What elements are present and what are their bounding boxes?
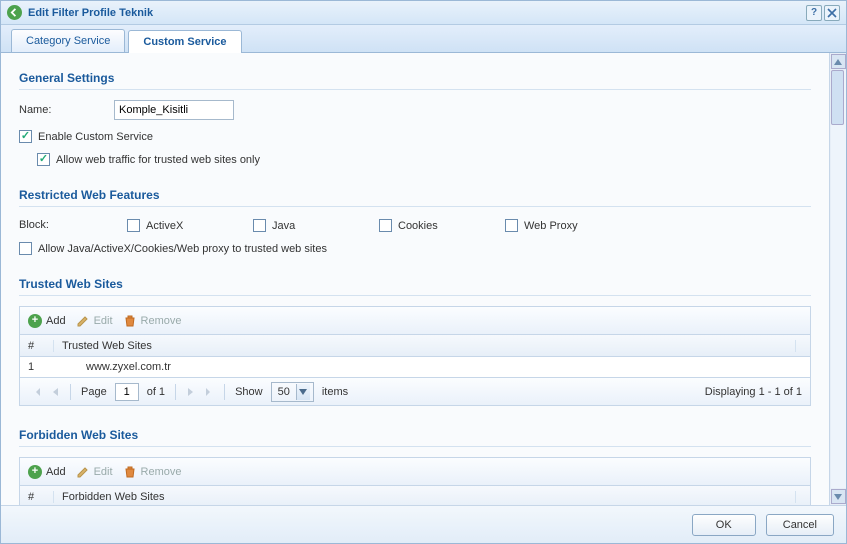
trash-icon: [123, 465, 137, 479]
forbidden-edit-label: Edit: [94, 466, 113, 478]
tab-strip: Category Service Custom Service: [1, 25, 846, 53]
allow-to-trusted-label: Allow Java/ActiveX/Cookies/Web proxy to …: [38, 243, 327, 255]
enable-custom-service-label: Enable Custom Service: [38, 131, 153, 143]
scroll-down-button[interactable]: [831, 489, 846, 504]
block-cookies-label: Cookies: [398, 220, 438, 232]
close-icon[interactable]: [824, 5, 840, 21]
block-cookies-checkbox[interactable]: [379, 219, 392, 232]
allow-to-trusted-row: Allow Java/ActiveX/Cookies/Web proxy to …: [19, 242, 811, 255]
block-java-checkbox[interactable]: [253, 219, 266, 232]
block-webproxy-label: Web Proxy: [524, 220, 578, 232]
dialog-window: Edit Filter Profile Teknik ? Category Se…: [0, 0, 847, 544]
table-row[interactable]: 1 www.zyxel.com.tr: [20, 357, 810, 377]
block-activex-label: ActiveX: [146, 220, 183, 232]
pager-show-label: Show: [235, 386, 263, 398]
allow-trusted-only-checkbox[interactable]: [37, 153, 50, 166]
edit-icon: [76, 314, 90, 328]
name-label: Name:: [19, 104, 114, 116]
forbidden-remove-button[interactable]: Remove: [123, 465, 182, 479]
dialog-title: Edit Filter Profile Teknik: [28, 7, 804, 19]
title-bar: Edit Filter Profile Teknik ?: [1, 1, 846, 25]
block-row: Block: ActiveX Java Cookies Web Proxy: [19, 219, 811, 232]
name-row: Name:: [19, 100, 811, 120]
dialog-body: General Settings Name: Enable Custom Ser…: [1, 53, 846, 505]
add-icon: +: [28, 465, 42, 479]
trusted-row-site: www.zyxel.com.tr: [54, 361, 810, 373]
trusted-row-idx: 1: [20, 361, 54, 373]
forbidden-remove-label: Remove: [141, 466, 182, 478]
dialog-footer: OK Cancel: [1, 505, 846, 543]
enable-custom-service-row: Enable Custom Service: [19, 130, 811, 143]
trusted-add-button[interactable]: + Add: [28, 314, 66, 328]
chevron-down-icon: [296, 384, 310, 400]
ok-button[interactable]: OK: [692, 514, 756, 536]
trusted-table: + Add Edit Remove: [19, 306, 811, 406]
section-general-settings: General Settings: [19, 71, 811, 90]
pager-display-text: Displaying 1 - 1 of 1: [705, 386, 802, 398]
section-trusted-web-sites: Trusted Web Sites: [19, 277, 811, 296]
pager-items-label: items: [322, 386, 348, 398]
block-label: Block:: [19, 219, 127, 232]
tab-custom-service[interactable]: Custom Service: [128, 30, 241, 53]
trusted-table-header: # Trusted Web Sites: [20, 335, 810, 357]
pager-page-input[interactable]: [115, 383, 139, 401]
trusted-add-label: Add: [46, 315, 66, 327]
forbidden-table-header: # Forbidden Web Sites: [20, 486, 810, 505]
pager-next-button[interactable]: [182, 383, 200, 401]
enable-custom-service-checkbox[interactable]: [19, 130, 32, 143]
forbidden-col-idx[interactable]: #: [20, 491, 54, 503]
pager-last-button[interactable]: [200, 383, 218, 401]
trusted-edit-button[interactable]: Edit: [76, 314, 113, 328]
trash-icon: [123, 314, 137, 328]
block-activex-checkbox[interactable]: [127, 219, 140, 232]
back-icon[interactable]: [7, 5, 22, 20]
scroll-thumb[interactable]: [831, 70, 844, 125]
forbidden-table: + Add Edit Remove: [19, 457, 811, 505]
forbidden-edit-button[interactable]: Edit: [76, 465, 113, 479]
section-restricted-web-features: Restricted Web Features: [19, 188, 811, 207]
block-webproxy-checkbox[interactable]: [505, 219, 518, 232]
scroll-up-button[interactable]: [831, 54, 846, 69]
allow-trusted-only-row: Allow web traffic for trusted web sites …: [19, 153, 811, 166]
trusted-pager: Page of 1 Show 50 items: [20, 377, 810, 405]
scroll-track[interactable]: [831, 70, 846, 488]
forbidden-add-label: Add: [46, 466, 66, 478]
tab-category-service[interactable]: Category Service: [11, 29, 125, 52]
allow-trusted-only-label: Allow web traffic for trusted web sites …: [56, 154, 260, 166]
trusted-toolbar: + Add Edit Remove: [20, 307, 810, 335]
pager-pagesize-select[interactable]: 50: [271, 382, 314, 402]
forbidden-toolbar: + Add Edit Remove: [20, 458, 810, 486]
trusted-edit-label: Edit: [94, 315, 113, 327]
trusted-col-idx[interactable]: #: [20, 340, 54, 352]
add-icon: +: [28, 314, 42, 328]
pager-prev-button[interactable]: [46, 383, 64, 401]
allow-to-trusted-checkbox[interactable]: [19, 242, 32, 255]
forbidden-add-button[interactable]: + Add: [28, 465, 66, 479]
cancel-button[interactable]: Cancel: [766, 514, 834, 536]
pager-pagesize-value: 50: [278, 386, 290, 398]
pager-first-button[interactable]: [28, 383, 46, 401]
pager-of-label: of 1: [147, 386, 165, 398]
pager-page-label: Page: [81, 386, 107, 398]
trusted-col-name[interactable]: Trusted Web Sites: [54, 340, 796, 352]
name-input[interactable]: [114, 100, 234, 120]
content-scroll-area: General Settings Name: Enable Custom Ser…: [1, 53, 829, 505]
forbidden-col-name[interactable]: Forbidden Web Sites: [54, 491, 796, 503]
help-icon[interactable]: ?: [806, 5, 822, 21]
trusted-remove-label: Remove: [141, 315, 182, 327]
block-java-label: Java: [272, 220, 295, 232]
edit-icon: [76, 465, 90, 479]
section-forbidden-web-sites: Forbidden Web Sites: [19, 428, 811, 447]
trusted-remove-button[interactable]: Remove: [123, 314, 182, 328]
vertical-scrollbar[interactable]: [829, 53, 846, 505]
